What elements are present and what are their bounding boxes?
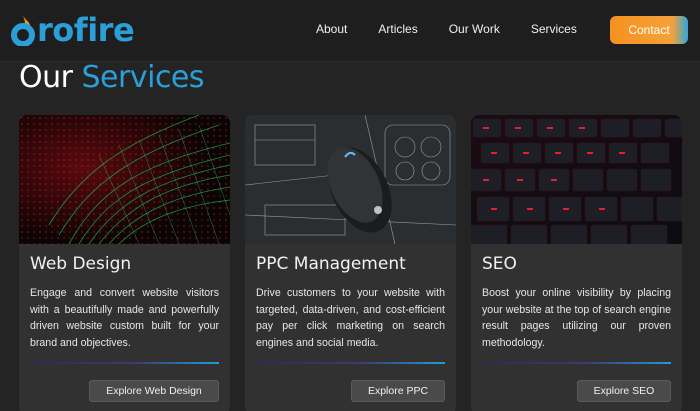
card-description: Drive customers to your website with tar… <box>256 287 445 349</box>
card-divider <box>482 362 671 364</box>
logo[interactable]: rofire <box>10 10 135 50</box>
contact-button[interactable]: Contact <box>610 16 688 44</box>
card-title: Web Design <box>30 254 132 274</box>
card-description: Boost your online visibility by placing … <box>482 287 671 349</box>
web-design-image <box>19 115 230 244</box>
card-divider <box>256 362 445 364</box>
service-card-seo: SEO Boost your online visibility by plac… <box>471 115 682 411</box>
explore-seo-button[interactable]: Explore SEO <box>577 380 671 402</box>
nav-articles[interactable]: Articles <box>378 22 417 36</box>
heading-word-services: Services <box>81 60 205 95</box>
logo-text: rofire <box>37 11 135 49</box>
service-card-ppc: PPC Management Drive customers to your w… <box>245 115 456 411</box>
section-heading: Our Services <box>19 60 205 95</box>
card-title: SEO <box>482 254 517 274</box>
seo-image <box>471 115 682 244</box>
flame-icon <box>10 14 36 47</box>
card-title: PPC Management <box>256 254 406 274</box>
nav-about[interactable]: About <box>316 22 347 36</box>
navbar: rofire About Articles Our Work Services … <box>0 0 700 62</box>
nav-services[interactable]: Services <box>531 22 577 36</box>
card-divider <box>30 362 219 364</box>
explore-web-design-button[interactable]: Explore Web Design <box>89 380 219 402</box>
service-card-web-design: Web Design Engage and convert website vi… <box>19 115 230 411</box>
ppc-image <box>245 115 456 244</box>
nav-our-work[interactable]: Our Work <box>449 22 500 36</box>
heading-word-our: Our <box>19 60 73 95</box>
nav-links: About Articles Our Work Services <box>316 22 577 36</box>
card-description: Engage and convert website visitors with… <box>30 287 219 349</box>
explore-ppc-button[interactable]: Explore PPC <box>351 380 445 402</box>
